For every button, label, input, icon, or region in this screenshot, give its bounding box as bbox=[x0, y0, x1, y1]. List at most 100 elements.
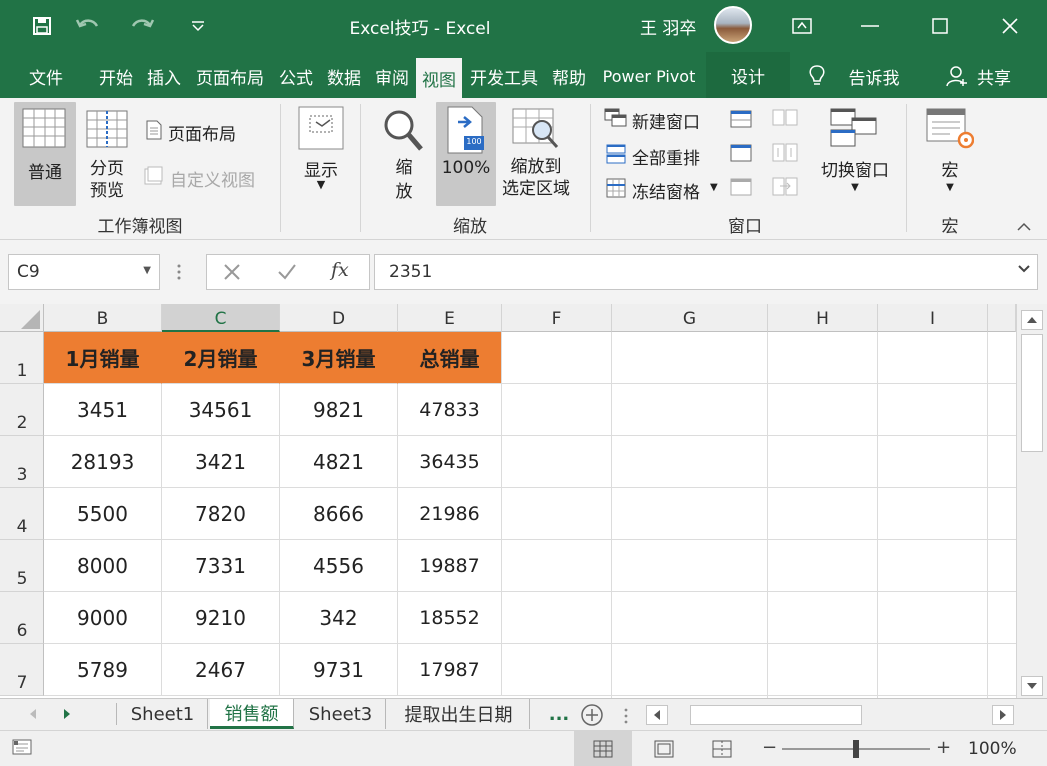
zoom-100-button[interactable]: 100% bbox=[436, 158, 496, 178]
column-header-d[interactable]: D bbox=[280, 304, 398, 332]
row-header-7[interactable]: 7 bbox=[0, 644, 44, 696]
tab-design[interactable]: 设计 bbox=[706, 52, 790, 98]
column-header-f[interactable]: F bbox=[502, 304, 612, 332]
scroll-right-icon[interactable] bbox=[992, 705, 1014, 725]
switch-windows-dropdown-icon[interactable]: ▼ bbox=[812, 182, 898, 193]
row-header-3[interactable]: 3 bbox=[0, 436, 44, 488]
normal-view-status-button[interactable] bbox=[574, 731, 632, 766]
page-layout-button[interactable]: 页面布局 bbox=[168, 120, 236, 145]
new-window-button[interactable]: 新建窗口 bbox=[632, 108, 700, 133]
macro-recording-icon[interactable] bbox=[12, 739, 34, 761]
split-icon[interactable] bbox=[730, 110, 752, 132]
sheet-tab-extract-birthdate[interactable]: 提取出生日期 bbox=[388, 699, 530, 729]
table-cell[interactable]: 17987 bbox=[398, 644, 502, 696]
column-header-i[interactable]: I bbox=[878, 304, 988, 332]
zoom-slider-track[interactable] bbox=[782, 740, 930, 758]
column-header-h[interactable]: H bbox=[768, 304, 878, 332]
table-cell[interactable]: 4821 bbox=[280, 436, 398, 488]
horizontal-scroll-thumb[interactable] bbox=[690, 705, 862, 725]
scroll-left-icon[interactable] bbox=[646, 705, 668, 725]
row-header-4[interactable]: 4 bbox=[0, 488, 44, 540]
header-cell-mar[interactable]: 3月销量 bbox=[280, 332, 398, 384]
table-cell[interactable]: 342 bbox=[280, 592, 398, 644]
name-box[interactable]: C9 ▼ bbox=[8, 254, 160, 290]
sheet-tab-sales[interactable]: 销售额 bbox=[210, 699, 294, 729]
table-cell[interactable]: 9210 bbox=[162, 592, 280, 644]
tab-help[interactable]: 帮助 bbox=[548, 62, 590, 90]
vertical-scrollbar[interactable] bbox=[1016, 304, 1047, 698]
freeze-panes-button[interactable]: 冻结窗格 bbox=[632, 178, 700, 203]
tab-file[interactable]: 文件 bbox=[18, 62, 74, 90]
table-cell[interactable]: 3451 bbox=[44, 384, 162, 436]
tell-me-search[interactable]: 告诉我 bbox=[842, 62, 906, 90]
tab-power-pivot[interactable]: Power Pivot bbox=[594, 62, 704, 90]
scroll-up-icon[interactable] bbox=[1021, 310, 1043, 330]
table-cell[interactable]: 36435 bbox=[398, 436, 502, 488]
collapse-ribbon-icon[interactable] bbox=[1016, 220, 1032, 236]
zoom-level[interactable]: 100% bbox=[968, 739, 1017, 759]
zoom-slider-thumb[interactable] bbox=[853, 740, 859, 758]
tab-split-handle[interactable] bbox=[624, 707, 628, 725]
table-cell[interactable]: 9731 bbox=[280, 644, 398, 696]
cancel-entry-icon[interactable] bbox=[223, 263, 241, 285]
macros-button[interactable]: 宏 bbox=[920, 156, 980, 181]
tab-review[interactable]: 审阅 bbox=[372, 62, 412, 90]
column-header-b[interactable]: B bbox=[44, 304, 162, 332]
row-header-2[interactable]: 2 bbox=[0, 384, 44, 436]
freeze-panes-dropdown-icon[interactable]: ▼ bbox=[710, 182, 718, 193]
table-cell[interactable]: 28193 bbox=[44, 436, 162, 488]
formula-input[interactable]: 2351 bbox=[374, 254, 1038, 290]
share-button[interactable]: 共享 bbox=[974, 62, 1014, 90]
table-cell[interactable]: 7820 bbox=[162, 488, 280, 540]
macros-dropdown-icon[interactable]: ▼ bbox=[920, 182, 980, 193]
lightbulb-icon[interactable] bbox=[804, 62, 830, 90]
table-cell[interactable]: 4556 bbox=[280, 540, 398, 592]
table-cell[interactable]: 7331 bbox=[162, 540, 280, 592]
sheet-scroll-right-icon[interactable] bbox=[62, 707, 72, 725]
table-cell[interactable]: 18552 bbox=[398, 592, 502, 644]
table-cell[interactable]: 5500 bbox=[44, 488, 162, 540]
name-box-dropdown-icon[interactable]: ▼ bbox=[143, 265, 151, 276]
zoom-out-icon[interactable]: − bbox=[762, 737, 777, 758]
column-header-g[interactable]: G bbox=[612, 304, 768, 332]
redo-icon[interactable] bbox=[126, 10, 158, 42]
tab-home[interactable]: 开始 bbox=[94, 62, 138, 90]
table-cell[interactable]: 19887 bbox=[398, 540, 502, 592]
new-sheet-icon[interactable] bbox=[580, 703, 604, 731]
confirm-entry-icon[interactable] bbox=[277, 263, 297, 285]
avatar[interactable] bbox=[714, 6, 752, 44]
page-layout-view-icon[interactable] bbox=[654, 740, 674, 762]
row-header-6[interactable]: 6 bbox=[0, 592, 44, 644]
formula-bar-resize-handle[interactable] bbox=[177, 262, 181, 282]
undo-icon[interactable] bbox=[72, 10, 104, 42]
insert-function-icon[interactable]: fx bbox=[331, 259, 349, 281]
normal-view-button[interactable]: 普通 bbox=[14, 158, 76, 183]
maximize-icon[interactable] bbox=[920, 8, 960, 44]
ribbon-display-options-icon[interactable] bbox=[782, 8, 822, 44]
sheet-scroll-left-icon[interactable] bbox=[28, 707, 38, 725]
tab-page-layout[interactable]: 页面布局 bbox=[190, 62, 270, 90]
header-cell-feb[interactable]: 2月销量 bbox=[162, 332, 280, 384]
tab-insert[interactable]: 插入 bbox=[144, 62, 184, 90]
column-header-c[interactable]: C bbox=[162, 304, 280, 332]
zoom-button[interactable]: 缩 放 bbox=[378, 156, 430, 204]
tab-data[interactable]: 数据 bbox=[324, 62, 364, 90]
horizontal-scrollbar[interactable] bbox=[642, 703, 1020, 727]
expand-formula-bar-icon[interactable] bbox=[1017, 261, 1031, 281]
table-cell[interactable]: 9000 bbox=[44, 592, 162, 644]
show-dropdown-arrow-icon[interactable]: ▼ bbox=[290, 178, 352, 191]
zoom-to-selection-button[interactable]: 缩放到 选定区域 bbox=[498, 156, 574, 200]
table-cell[interactable]: 8000 bbox=[44, 540, 162, 592]
table-cell[interactable]: 3421 bbox=[162, 436, 280, 488]
tab-developer[interactable]: 开发工具 bbox=[466, 62, 542, 90]
vertical-scroll-thumb[interactable] bbox=[1021, 334, 1043, 452]
switch-windows-button[interactable]: 切换窗口 bbox=[812, 156, 898, 181]
table-cell[interactable]: 47833 bbox=[398, 384, 502, 436]
sheet-tab-sheet3[interactable]: Sheet3 bbox=[296, 699, 386, 729]
sheet-tab-sheet1[interactable]: Sheet1 bbox=[118, 699, 208, 729]
column-header-e[interactable]: E bbox=[398, 304, 502, 332]
row-header-5[interactable]: 5 bbox=[0, 540, 44, 592]
tab-formulas[interactable]: 公式 bbox=[276, 62, 316, 90]
zoom-in-icon[interactable]: + bbox=[936, 737, 951, 758]
page-break-view-icon[interactable] bbox=[712, 740, 732, 762]
